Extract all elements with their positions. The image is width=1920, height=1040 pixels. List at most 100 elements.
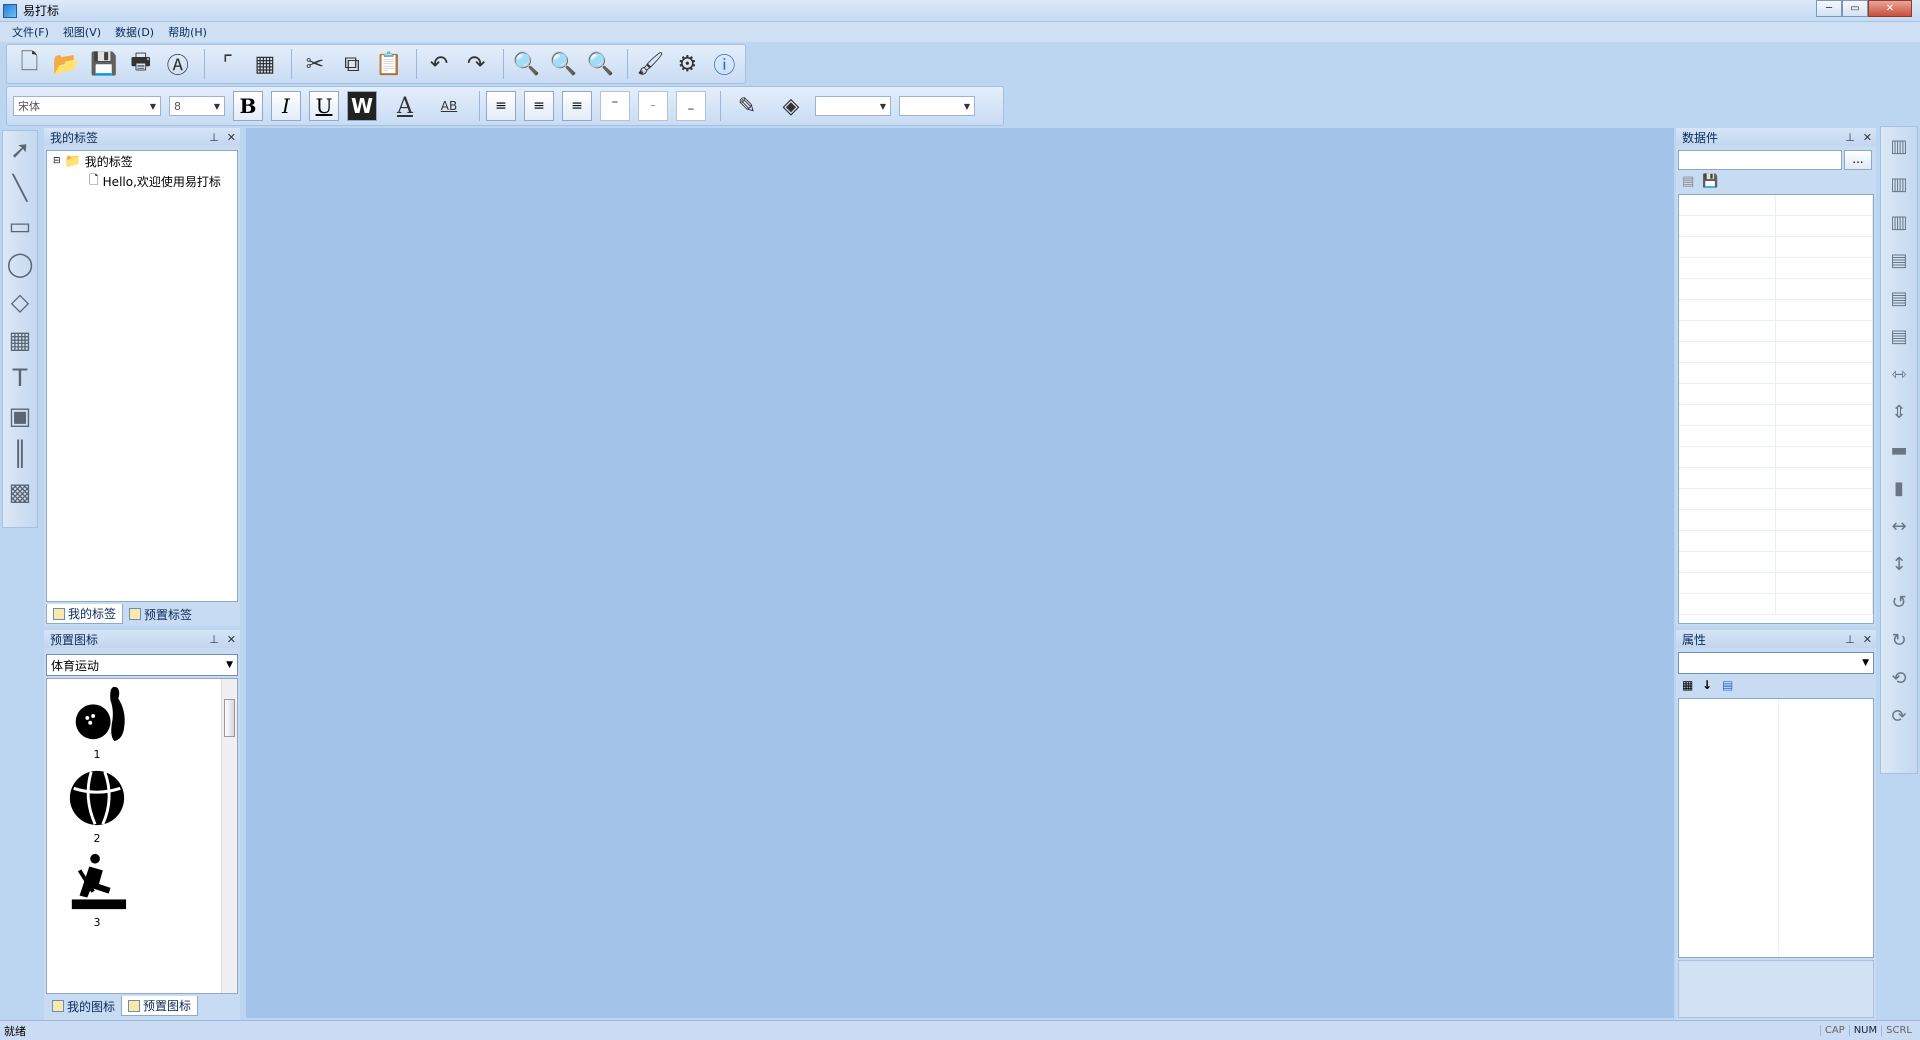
text-box-icon[interactable]: Ⓐ — [161, 47, 194, 81]
valign-middle-icon[interactable]: ─ — [638, 91, 668, 121]
property-pages-icon[interactable]: ▤ — [1722, 678, 1733, 692]
tab-preset-labels[interactable]: 预置标签 — [123, 604, 198, 624]
distribute-vertical-icon[interactable]: ⇕ — [1881, 393, 1917, 431]
same-width-icon[interactable]: ▬ — [1881, 431, 1917, 469]
settings-gear-icon[interactable]: ⚙ — [671, 47, 704, 81]
image-tool-icon[interactable]: ▣ — [3, 397, 37, 435]
pin-icon[interactable]: ⊥ — [1845, 633, 1855, 646]
categorized-icon[interactable]: ▦ — [1682, 678, 1693, 692]
menu-data[interactable]: 数据(D) — [115, 24, 154, 40]
distribute-horizontal-icon[interactable]: ⇿ — [1881, 355, 1917, 393]
close-icon[interactable]: ✕ — [1863, 633, 1872, 646]
print-icon[interactable]: 🖶 — [124, 47, 157, 81]
rotate-right-90-icon[interactable]: ⟳ — [1881, 697, 1917, 735]
barcode-tool-icon[interactable]: ║ — [3, 435, 37, 473]
icon-list-scrollbar[interactable] — [221, 679, 237, 993]
tree-node-child[interactable]: 🗋 Hello,欢迎使用易打标 — [47, 171, 237, 191]
icon-category-select[interactable]: 体育运动 ▼ — [46, 654, 238, 676]
zoom-out-icon[interactable]: 🔍 — [547, 47, 580, 81]
ruler-icon[interactable]: ⌜ — [211, 47, 244, 81]
datasource-path-input[interactable] — [1678, 150, 1842, 170]
qrcode-tool-icon[interactable]: ▩ — [3, 473, 37, 511]
copy-icon[interactable]: ⧉ — [335, 47, 368, 81]
table-tool-icon[interactable]: ▦ — [3, 321, 37, 359]
menu-view[interactable]: 视图(V) — [63, 24, 101, 40]
valign-top-icon[interactable]: ▔ — [600, 91, 630, 121]
char-spacing-button[interactable]: AB — [429, 89, 469, 123]
align-center-icon[interactable]: ≡ — [524, 91, 554, 121]
list-item[interactable]: 3 — [65, 851, 129, 929]
redo-icon[interactable]: ↷ — [460, 47, 493, 81]
align-vcenter-icon[interactable]: ▥ — [1881, 165, 1917, 203]
tab-my-icons[interactable]: 我的图标 — [46, 996, 121, 1016]
close-icon[interactable]: ✕ — [1863, 131, 1872, 144]
brush-icon[interactable]: 🖌 — [634, 47, 667, 81]
list-item[interactable]: 2 — [65, 767, 129, 845]
italic-button[interactable]: I — [271, 91, 301, 121]
same-height-icon[interactable]: ▮ — [1881, 469, 1917, 507]
cut-icon[interactable]: ✂ — [298, 47, 331, 81]
browse-button[interactable]: ... — [1844, 150, 1872, 170]
object-select[interactable]: ▼ — [1678, 652, 1874, 674]
menu-file[interactable]: 文件(F) — [12, 24, 49, 40]
new-table-icon[interactable]: ▤ — [1682, 174, 1694, 189]
menu-help[interactable]: 帮助(H) — [168, 24, 207, 40]
close-icon[interactable]: ✕ — [227, 131, 236, 144]
rotate-right-1-icon[interactable]: ↻ — [1881, 621, 1917, 659]
diamond-tool-icon[interactable]: ◇ — [3, 283, 37, 321]
maximize-button[interactable]: ▭ — [1842, 0, 1868, 17]
line-width-select[interactable]: ▼ — [899, 96, 975, 116]
font-size-select[interactable]: 8 ▼ — [169, 96, 225, 116]
paste-icon[interactable]: 📋 — [373, 47, 406, 81]
tab-my-labels[interactable]: 我的标签 — [46, 604, 124, 624]
pin-icon[interactable]: ⊥ — [209, 633, 219, 646]
valign-bottom-icon[interactable]: ▁ — [676, 91, 706, 121]
align-right-icon[interactable]: ≡ — [562, 91, 592, 121]
text-tool-icon[interactable]: T — [3, 359, 37, 397]
zoom-fit-icon[interactable]: 🔍 — [584, 47, 617, 81]
new-file-icon[interactable]: 🗋 — [13, 47, 46, 81]
close-icon[interactable]: ✕ — [227, 633, 236, 646]
save-icon[interactable]: 💾 — [1702, 174, 1718, 189]
zoom-in-icon[interactable]: 🔍 — [510, 47, 543, 81]
tab-preset-icons[interactable]: 预置图标 — [121, 996, 199, 1016]
align-right-icon[interactable]: ▤ — [1881, 317, 1917, 355]
pin-icon[interactable]: ⊥ — [1845, 131, 1855, 144]
align-top-icon[interactable]: ▥ — [1881, 127, 1917, 165]
pointer-icon[interactable]: ➚ — [3, 131, 37, 169]
tree-node-root[interactable]: ⊟ 📁 我的标签 — [47, 151, 237, 171]
line-style-select[interactable]: ▼ — [815, 96, 891, 116]
close-button[interactable]: ✕ — [1868, 0, 1912, 17]
minimize-button[interactable]: ─ — [1816, 0, 1842, 17]
datasource-grid[interactable] — [1678, 194, 1874, 624]
open-folder-icon[interactable]: 📂 — [50, 47, 83, 81]
font-color-button[interactable]: A — [385, 89, 425, 123]
undo-icon[interactable]: ↶ — [423, 47, 456, 81]
horizontal-spacing-icon[interactable]: ↔ — [1881, 507, 1917, 545]
rotate-left-1-icon[interactable]: ↺ — [1881, 583, 1917, 621]
pin-icon[interactable]: ⊥ — [209, 131, 219, 144]
word-wrap-button[interactable]: W — [347, 91, 377, 121]
align-left-icon[interactable]: ▤ — [1881, 241, 1917, 279]
info-icon[interactable]: ⓘ — [708, 47, 741, 81]
scrollbar-thumb[interactable] — [224, 699, 235, 737]
grid-icon[interactable]: ▦ — [248, 47, 281, 81]
list-item[interactable]: 1 — [65, 683, 129, 761]
vertical-spacing-icon[interactable]: ↕ — [1881, 545, 1917, 583]
ellipse-tool-icon[interactable]: ◯ — [3, 245, 37, 283]
property-grid[interactable] — [1678, 698, 1874, 958]
fill-color-icon[interactable]: ◈ — [771, 89, 811, 123]
design-canvas[interactable] — [246, 128, 1674, 1018]
align-left-icon[interactable]: ≡ — [486, 91, 516, 121]
line-color-icon[interactable]: ✎ — [727, 89, 767, 123]
sort-az-icon[interactable]: ↓ — [1702, 678, 1712, 692]
line-tool-icon[interactable]: ╲ — [3, 169, 37, 207]
rotate-left-90-icon[interactable]: ⟲ — [1881, 659, 1917, 697]
collapse-icon[interactable]: ⊟ — [53, 156, 61, 166]
font-select[interactable]: 宋体 ▼ — [13, 96, 161, 116]
rectangle-tool-icon[interactable]: ▭ — [3, 207, 37, 245]
save-icon[interactable]: 💾 — [87, 47, 120, 81]
underline-button[interactable]: U — [309, 91, 339, 121]
align-bottom-icon[interactable]: ▥ — [1881, 203, 1917, 241]
bold-button[interactable]: B — [233, 91, 263, 121]
